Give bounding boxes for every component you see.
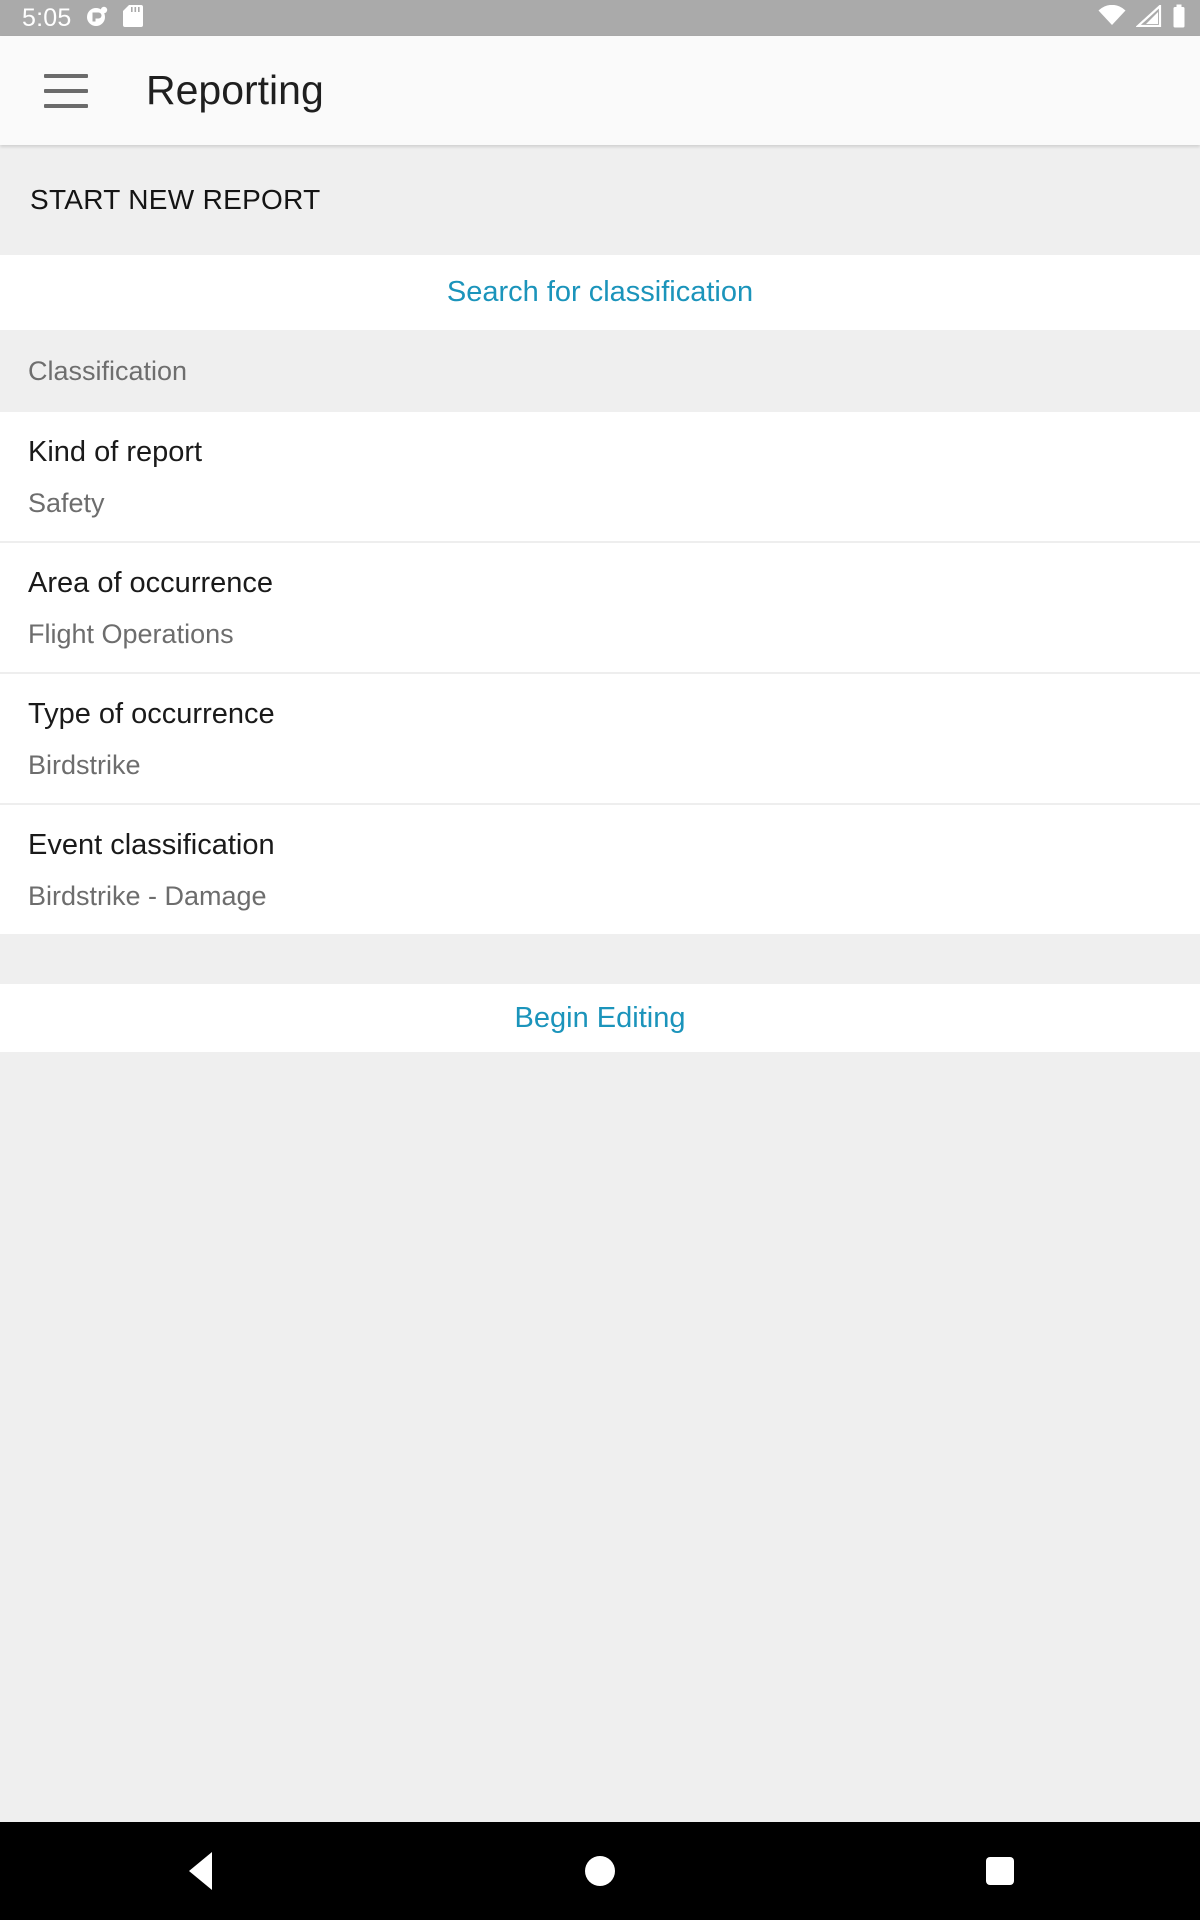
app-badge-icon [85,4,109,33]
list-item-label: Type of occurrence [28,698,275,730]
classification-list: Kind of report Safety Area of occurrence… [0,412,1200,934]
back-triangle-icon [188,1852,212,1890]
list-item[interactable]: Event classification Birdstrike - Damage [0,803,1200,934]
begin-editing-label: Begin Editing [514,1001,686,1034]
battery-icon [1172,4,1186,33]
content-background [0,1052,1200,1822]
sd-card-icon [123,4,144,33]
hamburger-bar-3 [44,103,88,108]
app-bar: Reporting [0,36,1200,145]
search-for-classification-button[interactable]: Search for classification [0,255,1200,330]
list-item-label: Event classification [28,829,275,861]
recents-square-icon [986,1857,1014,1885]
search-for-classification-label: Search for classification [446,276,754,308]
hamburger-menu-icon[interactable] [44,73,88,108]
cell-signal-icon [1135,3,1162,32]
list-item-value: Birdstrike - Damage [28,881,267,911]
home-circle-icon [585,1856,615,1886]
start-new-report-header: START NEW REPORT [0,145,1200,255]
list-item-label: Kind of report [28,436,203,468]
list-item-value: Flight Operations [28,619,234,649]
nav-recents-button[interactable] [940,1822,1060,1920]
status-bar: 5:05 [0,0,1200,36]
begin-editing-button[interactable]: Begin Editing [0,984,1200,1052]
section-spacer [0,934,1200,984]
app-root: 5:05 Reporting START NEW REPORT Search f… [0,0,1200,1920]
status-bar-right [1098,3,1186,33]
list-item[interactable]: Kind of report Safety [0,412,1200,541]
list-item[interactable]: Area of occurrence Flight Operations [0,541,1200,672]
list-item[interactable]: Type of occurrence Birdstrike [0,672,1200,803]
nav-back-button[interactable] [140,1822,260,1920]
list-item-value: Birdstrike [28,750,141,780]
nav-home-button[interactable] [540,1822,660,1920]
list-item-label: Area of occurrence [28,567,274,599]
status-bar-clock: 5:05 [22,3,72,32]
hamburger-bar-2 [44,88,88,93]
page-title: Reporting [146,67,324,113]
classification-section-header: Classification [0,330,1200,412]
wifi-icon [1098,4,1126,32]
list-item-value: Safety [28,488,105,518]
hamburger-bar-1 [44,73,88,78]
android-navigation-bar [0,1822,1200,1920]
status-bar-left: 5:05 [22,3,144,33]
